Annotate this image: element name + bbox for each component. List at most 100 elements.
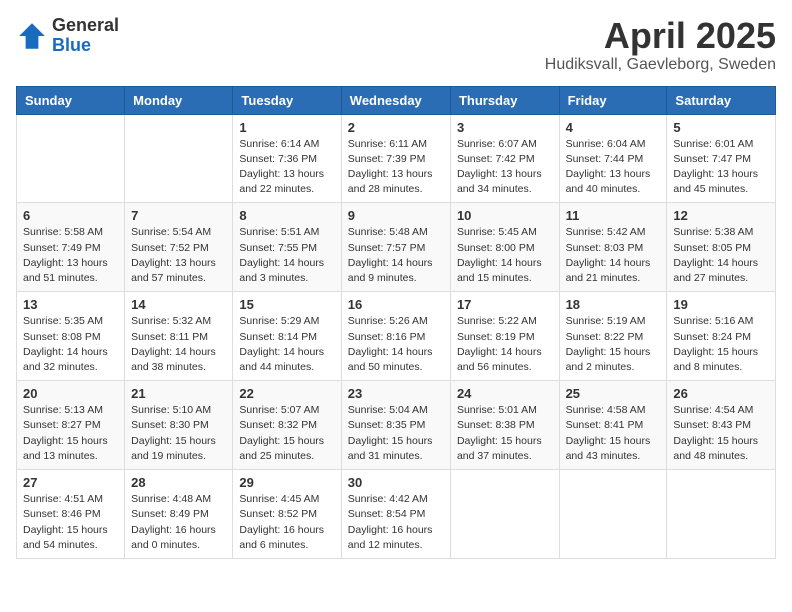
day-info: Sunrise: 5:48 AMSunset: 7:57 PMDaylight:… <box>348 225 444 286</box>
day-info: Sunrise: 5:16 AMSunset: 8:24 PMDaylight:… <box>673 314 769 375</box>
day-info: Sunrise: 5:07 AMSunset: 8:32 PMDaylight:… <box>239 403 334 464</box>
day-number: 23 <box>348 386 444 401</box>
day-info: Sunrise: 5:35 AMSunset: 8:08 PMDaylight:… <box>23 314 118 375</box>
day-number: 15 <box>239 297 334 312</box>
calendar-cell: 25Sunrise: 4:58 AMSunset: 8:41 PMDayligh… <box>559 381 667 470</box>
day-info: Sunrise: 5:13 AMSunset: 8:27 PMDaylight:… <box>23 403 118 464</box>
day-number: 8 <box>239 208 334 223</box>
calendar-cell <box>450 470 559 559</box>
calendar-cell: 24Sunrise: 5:01 AMSunset: 8:38 PMDayligh… <box>450 381 559 470</box>
day-info: Sunrise: 5:32 AMSunset: 8:11 PMDaylight:… <box>131 314 226 375</box>
day-number: 22 <box>239 386 334 401</box>
calendar-cell: 14 Sunrise: 5:32 AMSunset: 8:11 PMDayligh… <box>125 292 233 381</box>
day-info: Sunrise: 5:42 AMSunset: 8:03 PMDaylight:… <box>566 225 661 286</box>
calendar-cell: 3 Sunrise: 6:07 AMSunset: 7:42 PMDaylight… <box>450 114 559 203</box>
day-info: Sunrise: 4:58 AMSunset: 8:41 PMDaylight:… <box>566 403 661 464</box>
day-number: 30 <box>348 475 444 490</box>
logo-text: General Blue <box>52 16 119 56</box>
calendar-cell: 20Sunrise: 5:13 AMSunset: 8:27 PMDayligh… <box>17 381 125 470</box>
day-info: Sunrise: 6:04 AMSunset: 7:44 PMDaylight:… <box>566 137 661 198</box>
calendar-cell: 18Sunrise: 5:19 AMSunset: 8:22 PMDayligh… <box>559 292 667 381</box>
week-row-4: 20Sunrise: 5:13 AMSunset: 8:27 PMDayligh… <box>17 381 776 470</box>
weekday-header-sunday: Sunday <box>17 86 125 114</box>
day-number: 10 <box>457 208 553 223</box>
week-row-3: 13Sunrise: 5:35 AMSunset: 8:08 PMDayligh… <box>17 292 776 381</box>
day-info: Sunrise: 5:29 AMSunset: 8:14 PMDaylight:… <box>239 314 334 375</box>
day-info: Sunrise: 6:01 AMSunset: 7:47 PMDaylight:… <box>673 137 769 198</box>
calendar-cell: 10 Sunrise: 5:45 AMSunset: 8:00 PMDayligh… <box>450 203 559 292</box>
weekday-header-friday: Friday <box>559 86 667 114</box>
day-info: Sunrise: 5:10 AMSunset: 8:30 PMDaylight:… <box>131 403 226 464</box>
calendar-cell: 13Sunrise: 5:35 AMSunset: 8:08 PMDayligh… <box>17 292 125 381</box>
week-row-5: 27Sunrise: 4:51 AMSunset: 8:46 PMDayligh… <box>17 470 776 559</box>
day-info: Sunrise: 4:42 AMSunset: 8:54 PMDaylight:… <box>348 492 444 553</box>
day-number: 19 <box>673 297 769 312</box>
calendar-cell <box>17 114 125 203</box>
calendar-cell: 21Sunrise: 5:10 AMSunset: 8:30 PMDayligh… <box>125 381 233 470</box>
calendar-cell: 17 Sunrise: 5:22 AMSunset: 8:19 PMDayligh… <box>450 292 559 381</box>
page-header: General Blue April 2025 Hudiksvall, Gaev… <box>16 16 776 74</box>
week-row-2: 6Sunrise: 5:58 AMSunset: 7:49 PMDaylight… <box>17 203 776 292</box>
day-info: Sunrise: 6:14 AMSunset: 7:36 PMDaylight:… <box>239 137 334 198</box>
week-row-1: 1 Sunrise: 6:14 AMSunset: 7:36 PMDaylight… <box>17 114 776 203</box>
day-info: Sunrise: 5:54 AMSunset: 7:52 PMDaylight:… <box>131 225 226 286</box>
weekday-header-monday: Monday <box>125 86 233 114</box>
calendar-cell: 6Sunrise: 5:58 AMSunset: 7:49 PMDaylight… <box>17 203 125 292</box>
day-info: Sunrise: 6:07 AMSunset: 7:42 PMDaylight:… <box>457 137 553 198</box>
weekday-header-wednesday: Wednesday <box>341 86 450 114</box>
day-number: 29 <box>239 475 334 490</box>
logo-general: General <box>52 16 119 36</box>
calendar-cell: 16 Sunrise: 5:26 AMSunset: 8:16 PMDayligh… <box>341 292 450 381</box>
title-block: April 2025 Hudiksvall, Gaevleborg, Swede… <box>545 16 776 74</box>
month-year: April 2025 <box>545 16 776 56</box>
logo: General Blue <box>16 16 119 56</box>
day-info: Sunrise: 5:45 AMSunset: 8:00 PMDaylight:… <box>457 225 553 286</box>
day-info: Sunrise: 5:04 AMSunset: 8:35 PMDaylight:… <box>348 403 444 464</box>
weekday-header-saturday: Saturday <box>667 86 776 114</box>
day-number: 9 <box>348 208 444 223</box>
day-number: 18 <box>566 297 661 312</box>
calendar-cell: 22 Sunrise: 5:07 AMSunset: 8:32 PMDayligh… <box>233 381 341 470</box>
calendar-cell: 7Sunrise: 5:54 AMSunset: 7:52 PMDaylight… <box>125 203 233 292</box>
day-info: Sunrise: 5:26 AMSunset: 8:16 PMDaylight:… <box>348 314 444 375</box>
day-info: Sunrise: 4:45 AMSunset: 8:52 PMDaylight:… <box>239 492 334 553</box>
calendar-cell: 9 Sunrise: 5:48 AMSunset: 7:57 PMDaylight… <box>341 203 450 292</box>
day-number: 12 <box>673 208 769 223</box>
day-info: Sunrise: 5:38 AMSunset: 8:05 PMDaylight:… <box>673 225 769 286</box>
day-number: 16 <box>348 297 444 312</box>
calendar-cell: 4 Sunrise: 6:04 AMSunset: 7:44 PMDaylight… <box>559 114 667 203</box>
day-info: Sunrise: 6:11 AMSunset: 7:39 PMDaylight:… <box>348 137 444 198</box>
calendar-cell: 12 Sunrise: 5:38 AMSunset: 8:05 PMDayligh… <box>667 203 776 292</box>
day-info: Sunrise: 4:54 AMSunset: 8:43 PMDaylight:… <box>673 403 769 464</box>
day-number: 26 <box>673 386 769 401</box>
weekday-header-row: SundayMondayTuesdayWednesdayThursdayFrid… <box>17 86 776 114</box>
calendar: SundayMondayTuesdayWednesdayThursdayFrid… <box>16 86 776 559</box>
calendar-cell <box>667 470 776 559</box>
calendar-cell: 19 Sunrise: 5:16 AMSunset: 8:24 PMDayligh… <box>667 292 776 381</box>
weekday-header-tuesday: Tuesday <box>233 86 341 114</box>
calendar-cell: 29 Sunrise: 4:45 AMSunset: 8:52 PMDayligh… <box>233 470 341 559</box>
calendar-cell: 2 Sunrise: 6:11 AMSunset: 7:39 PMDaylight… <box>341 114 450 203</box>
calendar-header: SundayMondayTuesdayWednesdayThursdayFrid… <box>17 86 776 114</box>
calendar-cell: 11 Sunrise: 5:42 AMSunset: 8:03 PMDayligh… <box>559 203 667 292</box>
day-number: 1 <box>239 120 334 135</box>
day-number: 17 <box>457 297 553 312</box>
logo-icon <box>16 20 48 52</box>
logo-blue: Blue <box>52 36 119 56</box>
day-number: 28 <box>131 475 226 490</box>
day-number: 3 <box>457 120 553 135</box>
day-number: 6 <box>23 208 118 223</box>
day-number: 24 <box>457 386 553 401</box>
day-number: 11 <box>566 208 661 223</box>
day-info: Sunrise: 4:51 AMSunset: 8:46 PMDaylight:… <box>23 492 118 553</box>
day-info: Sunrise: 5:22 AMSunset: 8:19 PMDaylight:… <box>457 314 553 375</box>
location: Hudiksvall, Gaevleborg, Sweden <box>545 56 776 74</box>
day-number: 5 <box>673 120 769 135</box>
calendar-cell <box>125 114 233 203</box>
day-number: 14 <box>131 297 226 312</box>
calendar-cell: 8Sunrise: 5:51 AMSunset: 7:55 PMDaylight… <box>233 203 341 292</box>
calendar-cell: 28Sunrise: 4:48 AMSunset: 8:49 PMDayligh… <box>125 470 233 559</box>
day-number: 4 <box>566 120 661 135</box>
day-number: 2 <box>348 120 444 135</box>
calendar-cell: 26 Sunrise: 4:54 AMSunset: 8:43 PMDayligh… <box>667 381 776 470</box>
